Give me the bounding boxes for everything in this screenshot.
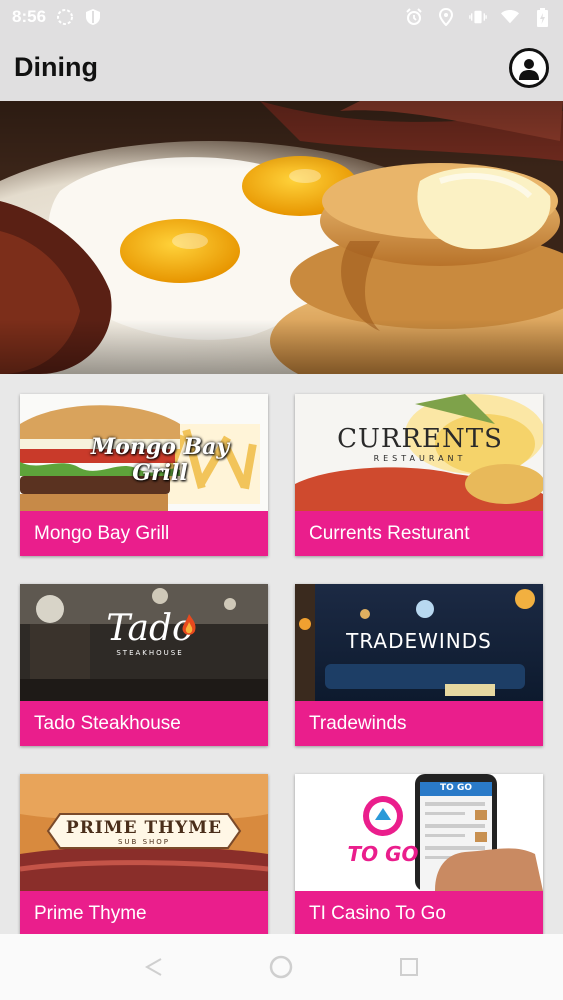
restaurant-logo: Mongo Bay Grill	[90, 434, 230, 486]
restaurant-label: Prime Thyme	[20, 891, 268, 936]
wifi-icon	[501, 8, 519, 26]
restaurant-image: TRADEWINDS	[295, 584, 543, 701]
restaurant-card-ti-casino-to-go[interactable]: TO GO TO GO TI Casino To Go	[295, 774, 543, 936]
flame-icon	[182, 614, 196, 635]
page-title: Dining	[14, 52, 98, 82]
restaurant-label: Currents Resturant	[295, 511, 543, 556]
status-bar: 8:56	[0, 0, 563, 34]
recents-button[interactable]	[389, 947, 429, 987]
back-icon	[144, 958, 162, 976]
vibrate-icon	[469, 8, 487, 26]
phone-screen-title: TO GO	[440, 783, 472, 793]
restaurant-label: Mongo Bay Grill	[20, 511, 268, 556]
hero-image	[0, 101, 563, 374]
alarm-icon	[405, 8, 423, 26]
system-nav-bar	[0, 934, 563, 1000]
restaurant-image: TO GO TO GO	[295, 774, 543, 891]
restaurant-logo: PRIME THYME	[65, 818, 223, 838]
status-time: 8:56	[12, 7, 47, 26]
account-circle-icon	[519, 58, 539, 80]
home-icon	[270, 955, 293, 979]
restaurant-card-currents-resturant[interactable]: CURRENTS RESTAURANT Currents Resturant	[295, 394, 543, 556]
account-button[interactable]	[509, 47, 549, 88]
restaurant-image: Tado STEAKHOUSE	[20, 584, 268, 701]
restaurant-label: Tado Steakhouse	[20, 701, 268, 746]
restaurant-card-mongo-bay-grill[interactable]: Mongo Bay Grill Mongo Bay Grill	[20, 394, 268, 556]
home-button[interactable]	[261, 947, 301, 987]
restaurant-label: TI Casino To Go	[295, 891, 543, 936]
location-icon	[437, 8, 455, 26]
restaurant-grid: Mongo Bay Grill Mongo Bay Grill CURRENTS…	[0, 374, 563, 936]
battery-icon	[533, 7, 551, 27]
restaurant-image: CURRENTS RESTAURANT	[295, 394, 543, 511]
app-bar: Dining	[0, 34, 563, 101]
shield-icon	[84, 8, 102, 26]
restaurant-logo: TRADEWINDS	[346, 629, 492, 653]
restaurant-image: Mongo Bay Grill	[20, 394, 268, 511]
restaurant-image: PRIME THYME SUB SHOP	[20, 774, 268, 891]
restaurant-logo: CURRENTS	[337, 424, 503, 454]
gesture-icon	[56, 8, 74, 26]
restaurant-logo-subtitle: RESTAURANT	[373, 454, 467, 463]
restaurant-label: Tradewinds	[295, 701, 543, 746]
recents-icon	[400, 958, 419, 976]
restaurant-logo-subtitle: STEAKHOUSE	[116, 649, 184, 657]
restaurant-logo-subtitle: SUB SHOP	[117, 838, 171, 846]
restaurant-card-tradewinds[interactable]: TRADEWINDS Tradewinds	[295, 584, 543, 746]
restaurant-card-prime-thyme[interactable]: PRIME THYME SUB SHOP Prime Thyme	[20, 774, 268, 936]
restaurant-logo: TO GO	[347, 842, 419, 866]
restaurant-card-tado-steakhouse[interactable]: Tado STEAKHOUSE Tado Steakhouse	[20, 584, 268, 746]
back-button[interactable]	[134, 947, 174, 987]
